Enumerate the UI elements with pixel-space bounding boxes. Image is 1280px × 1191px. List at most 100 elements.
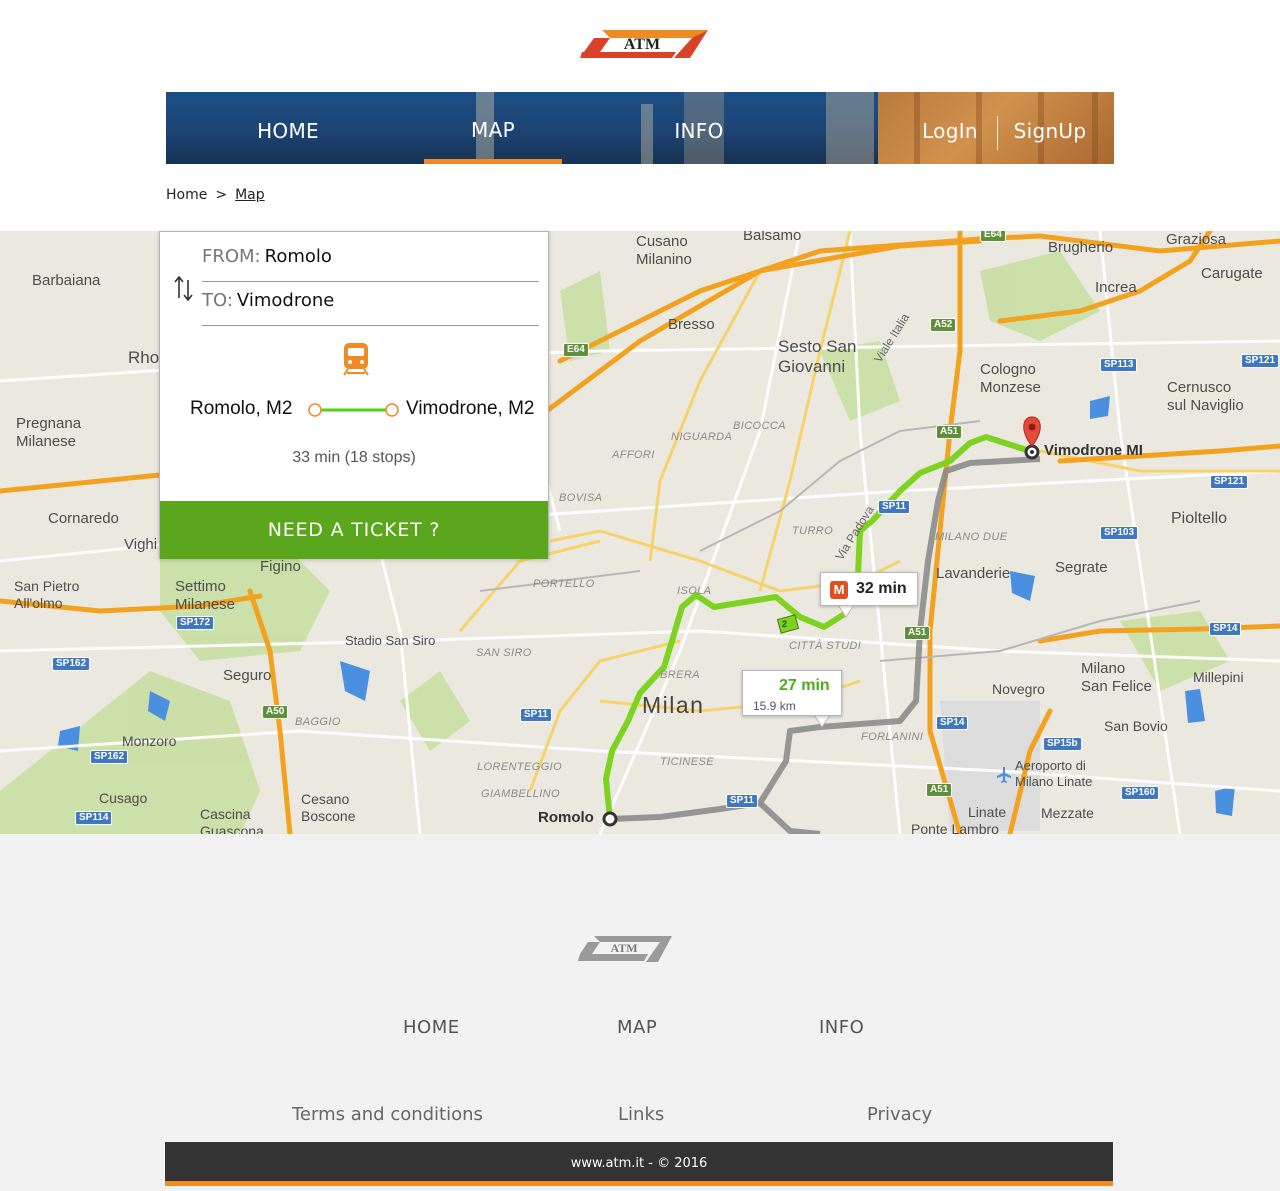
route-line-graphic: [308, 403, 399, 417]
map-town: Seguro: [223, 667, 272, 684]
breadcrumb: Home > Map: [166, 187, 265, 203]
car-distance: 15.9 km: [753, 699, 796, 713]
login-link[interactable]: LogIn: [914, 92, 986, 164]
breadcrumb-separator: >: [215, 187, 228, 203]
footer-links-link[interactable]: Links: [618, 1104, 664, 1125]
road-shield: SP14: [936, 716, 969, 730]
footer-terms-link[interactable]: Terms and conditions: [292, 1104, 483, 1125]
map-district: AFFORI: [612, 449, 655, 461]
map-district: FORLANINI: [861, 731, 924, 743]
metro-time-bubble[interactable]: M 32 min: [820, 572, 918, 606]
atm-logo-graphic: ATM: [580, 30, 708, 58]
to-value[interactable]: Vimodrone: [237, 290, 334, 311]
metro-time: 32 min: [856, 580, 907, 597]
map-district: ISOLA: [677, 585, 712, 597]
breadcrumb-current[interactable]: Map: [235, 187, 265, 203]
map-town: Novegro: [992, 681, 1045, 697]
map-town: Cornaredo: [48, 510, 119, 527]
map-district: BICOCCA: [733, 420, 786, 432]
end-stop: Vimodrone, M2: [406, 398, 535, 419]
map-origin-label: Romolo: [538, 809, 594, 826]
cathedral-decoration: [826, 92, 874, 164]
start-stop: Romolo, M2: [190, 398, 293, 419]
road-shield: SP121: [1241, 354, 1280, 368]
map-town: Settimo Milanese: [175, 578, 236, 613]
swap-vertical-arrows-icon[interactable]: [174, 274, 194, 302]
road-shield: A52: [930, 318, 957, 332]
map-city-label: Milan: [642, 692, 705, 718]
road-shield: A50: [262, 705, 289, 719]
map-town: Cusago: [99, 790, 148, 806]
to-label: TO:: [202, 290, 233, 311]
map-town: Barbaiana: [32, 272, 101, 289]
footer-logo-text: ATM: [610, 941, 637, 955]
map-town: Pregnana Milanese: [16, 415, 82, 450]
map-town: Cascina Guascona: [200, 806, 264, 834]
footer: ATM HOME MAP INFO Terms and conditions L…: [0, 834, 1280, 1191]
map-town: Cusano Milanino: [636, 233, 692, 268]
map-town: Figino: [260, 558, 301, 575]
map-district: TURRO: [792, 525, 834, 537]
map-town: Segrate: [1055, 559, 1108, 576]
breadcrumb-home[interactable]: Home: [166, 187, 207, 203]
from-label: FROM:: [202, 246, 261, 267]
map-town: Sesto San Giovanni: [778, 337, 857, 376]
route-panel: FROM: Romolo TO: Vimodrone Romolo, M2 Vimo…: [159, 231, 549, 559]
road-shield: SP11: [520, 708, 552, 722]
road-shield: SP121: [1210, 475, 1249, 489]
map-town: Ponte Lambro: [911, 821, 999, 834]
car-time: 27 min: [779, 677, 830, 694]
footer-nav-home[interactable]: HOME: [403, 1017, 460, 1038]
road-shield: SP162: [52, 657, 91, 671]
road-shield: SP160: [1121, 786, 1160, 800]
road-shield: A51: [904, 626, 931, 640]
need-ticket-button[interactable]: NEED A TICKET ?: [160, 501, 548, 559]
road-shield: A51: [926, 783, 953, 797]
copyright-bar: www.atm.it - © 2016: [165, 1142, 1113, 1186]
map-district: NIGUARDA: [671, 431, 733, 443]
map-district: BRERA: [660, 669, 700, 681]
map-town: Cernusco sul Naviglio: [1167, 379, 1244, 414]
map-town: Aeroporto di Milano Linate: [1015, 758, 1093, 789]
footer-nav-info[interactable]: INFO: [819, 1017, 864, 1038]
map-district: SAN SIRO: [476, 647, 532, 659]
map-district: MILANO DUE: [935, 531, 1008, 543]
map-town: Pioltello: [1171, 510, 1228, 527]
map-town: Milano San Felice: [1081, 660, 1152, 695]
map-district: TICINESE: [660, 756, 714, 768]
map-district: GIAMBELLINO: [481, 788, 560, 800]
road-shield: E64: [980, 231, 1006, 242]
road-shield: E64: [563, 343, 589, 357]
map-town: San Pietro All'olmo: [14, 578, 80, 611]
nav-map[interactable]: MAP: [434, 92, 552, 164]
auth-divider: [997, 116, 998, 150]
map-town: Millepini: [1193, 669, 1244, 685]
nav-info[interactable]: INFO: [644, 92, 754, 164]
footer-atm-logo[interactable]: ATM: [578, 934, 672, 964]
footer-privacy-link[interactable]: Privacy: [867, 1104, 932, 1125]
map-town: Brugherio: [1048, 239, 1114, 256]
road-shield: SP103: [1100, 526, 1139, 540]
map-district: LORENTEGGIO: [477, 761, 563, 773]
nav-home[interactable]: HOME: [228, 92, 348, 164]
road-shield: A51: [936, 425, 963, 439]
map-town: Carugate: [1201, 265, 1263, 282]
car-time-bubble[interactable]: 27 min 15.9 km: [742, 670, 842, 716]
metro-line-badge: 2: [782, 619, 788, 629]
map-town: Increa: [1095, 279, 1137, 296]
atm-logo[interactable]: ATM: [580, 28, 708, 60]
road-shield: SP11: [726, 794, 758, 808]
road-shield: SP172: [176, 616, 215, 630]
from-field[interactable]: FROM: Romolo: [202, 246, 539, 282]
footer-nav-map[interactable]: MAP: [617, 1017, 657, 1038]
map-town: Monzoro: [122, 733, 177, 749]
map-district: BOVISA: [559, 492, 603, 504]
from-value[interactable]: Romolo: [265, 246, 332, 267]
signup-link[interactable]: SignUp: [1012, 92, 1088, 164]
map-town: Stadio San Siro: [345, 633, 436, 648]
cathedral-decoration: [1092, 92, 1098, 164]
map-town: Graziosa: [1166, 231, 1227, 248]
to-field[interactable]: TO: Vimodrone: [202, 290, 539, 326]
map-town: Bresso: [668, 316, 715, 333]
road-shield: SP11: [878, 500, 910, 514]
